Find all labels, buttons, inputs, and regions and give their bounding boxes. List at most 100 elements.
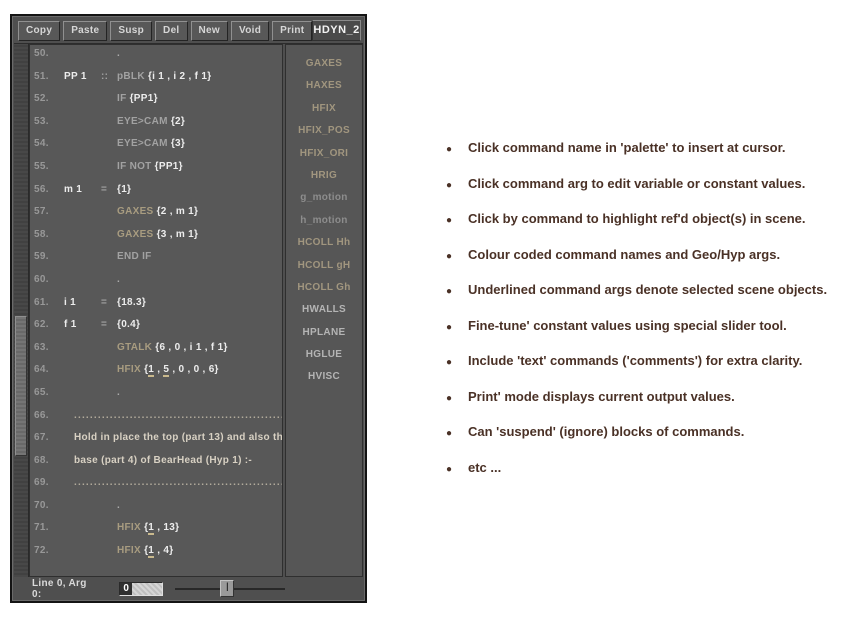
palette-item-hcoll-gh[interactable]: HCOLL gH bbox=[286, 260, 362, 282]
line-number[interactable]: 62. bbox=[34, 319, 64, 330]
palette-item-hfix-pos[interactable]: HFIX_POS bbox=[286, 125, 362, 147]
command-name[interactable]: HFIX bbox=[117, 522, 144, 533]
line-body: HFIX {1 , 4} bbox=[117, 545, 173, 558]
line-number[interactable]: 66. bbox=[34, 410, 64, 421]
command-args[interactable]: {2} bbox=[171, 116, 185, 127]
vertical-scrollbar[interactable] bbox=[14, 44, 29, 577]
palette-item-hrig[interactable]: HRIG bbox=[286, 170, 362, 192]
line-number[interactable]: 57. bbox=[34, 206, 64, 217]
status-bar: Line 0, Arg 0: 0 | bbox=[14, 578, 285, 599]
comment-text[interactable]: Hold in place the top (part 13) and also… bbox=[74, 432, 283, 443]
line-number[interactable]: 60. bbox=[34, 274, 64, 285]
note-text: Colour coded command names and Geo/Hyp a… bbox=[468, 247, 780, 262]
arg-value-input[interactable]: 0 bbox=[119, 582, 163, 596]
command-name[interactable]: pBLK bbox=[117, 71, 148, 82]
var-name[interactable]: m 1 bbox=[64, 184, 101, 195]
command-name[interactable]: IF NOT bbox=[117, 161, 155, 172]
var-name[interactable]: i 1 bbox=[64, 297, 101, 308]
line-number[interactable]: 67. bbox=[34, 432, 64, 443]
code-line-69: 69......................................… bbox=[34, 477, 282, 500]
command-args[interactable]: {1} bbox=[117, 184, 131, 195]
command-args[interactable]: {PP1} bbox=[155, 161, 183, 172]
command-args[interactable]: , 13} bbox=[154, 522, 179, 533]
palette-item-hplane[interactable]: HPLANE bbox=[286, 327, 362, 349]
comment-text[interactable]: base (part 4) of BearHead (Hyp 1) :- bbox=[74, 455, 252, 466]
palette-item-hfix[interactable]: HFIX bbox=[286, 103, 362, 125]
command-args[interactable]: {0.4} bbox=[117, 319, 140, 330]
line-number[interactable]: 54. bbox=[34, 138, 64, 149]
scrollbar-thumb[interactable] bbox=[15, 316, 27, 456]
command-args[interactable]: {3} bbox=[171, 138, 185, 149]
code-line-52: 52. IF {PP1} bbox=[34, 93, 282, 116]
line-number[interactable]: 63. bbox=[34, 342, 64, 353]
line-number[interactable]: 51. bbox=[34, 71, 64, 82]
line-number[interactable]: 72. bbox=[34, 545, 64, 556]
command-args[interactable]: {PP1} bbox=[130, 93, 158, 104]
line-body: Hold in place the top (part 13) and also… bbox=[74, 432, 283, 443]
line-number[interactable]: 58. bbox=[34, 229, 64, 240]
command-args[interactable]: , 4} bbox=[154, 545, 173, 556]
command-args[interactable]: {i 1 , i 2 , f 1} bbox=[148, 71, 211, 82]
palette-item-hwalls[interactable]: HWALLS bbox=[286, 304, 362, 326]
value-slider[interactable]: | bbox=[175, 580, 285, 597]
command-args[interactable]: {2 , m 1} bbox=[157, 206, 199, 217]
slider-thumb[interactable]: | bbox=[220, 580, 234, 597]
line-number[interactable]: 71. bbox=[34, 522, 64, 533]
command-name[interactable]: IF bbox=[117, 93, 130, 104]
command-name[interactable]: GAXES bbox=[117, 206, 157, 217]
palette-item-hcoll-hh[interactable]: HCOLL Hh bbox=[286, 237, 362, 259]
bullet-icon: ● bbox=[446, 286, 468, 297]
line-number[interactable]: 56. bbox=[34, 184, 64, 195]
var-name[interactable]: f 1 bbox=[64, 319, 101, 330]
line-number[interactable]: 65. bbox=[34, 387, 64, 398]
palette-item-gaxes[interactable]: GAXES bbox=[286, 58, 362, 80]
empty-line-dot: . bbox=[117, 274, 120, 285]
line-number[interactable]: 50. bbox=[34, 48, 64, 59]
line-number[interactable]: 64. bbox=[34, 364, 64, 375]
toolbar-button-paste[interactable]: Paste bbox=[63, 21, 107, 41]
var-name[interactable]: PP 1 bbox=[64, 71, 101, 82]
command-args[interactable]: , 0 , 0 , 6} bbox=[169, 364, 218, 375]
command-name[interactable]: HFIX bbox=[117, 364, 144, 375]
command-name[interactable]: GTALK bbox=[117, 342, 155, 353]
line-number[interactable]: 68. bbox=[34, 455, 64, 466]
note-item: ●Print' mode displays current output val… bbox=[446, 389, 856, 404]
line-number[interactable]: 55. bbox=[34, 161, 64, 172]
command-name[interactable]: EYE>CAM bbox=[117, 138, 171, 149]
command-name[interactable]: GAXES bbox=[117, 229, 157, 240]
toolbar-button-print[interactable]: Print bbox=[272, 21, 312, 41]
toolbar-button-del[interactable]: Del bbox=[155, 21, 187, 41]
command-args[interactable]: {18.3} bbox=[117, 297, 146, 308]
screenshot-root: CopyPasteSuspDelNewVoidPrint HDYN_2 50..… bbox=[0, 0, 861, 617]
palette-item-haxes[interactable]: HAXES bbox=[286, 80, 362, 102]
command-name[interactable]: END IF bbox=[117, 251, 152, 262]
line-number[interactable]: 52. bbox=[34, 93, 64, 104]
toolbar-button-susp[interactable]: Susp bbox=[110, 21, 152, 41]
line-number[interactable]: 61. bbox=[34, 297, 64, 308]
line-number[interactable]: 53. bbox=[34, 116, 64, 127]
palette-item-hcoll-gh[interactable]: HCOLL Gh bbox=[286, 282, 362, 304]
line-body: HFIX {1 , 13} bbox=[117, 522, 179, 535]
palette-item-g-motion[interactable]: g_motion bbox=[286, 192, 362, 214]
palette-item-h-motion[interactable]: h_motion bbox=[286, 215, 362, 237]
command-palette: GAXESHAXESHFIXHFIX_POSHFIX_ORIHRIGg_moti… bbox=[285, 44, 363, 577]
command-args[interactable]: {3 , m 1} bbox=[157, 229, 199, 240]
line-body: . bbox=[117, 387, 120, 398]
command-name[interactable]: EYE>CAM bbox=[117, 116, 171, 127]
note-item: ●Underlined command args denote selected… bbox=[446, 282, 856, 297]
line-number[interactable]: 59. bbox=[34, 251, 64, 262]
command-args[interactable]: {6 , 0 , i 1 , f 1} bbox=[155, 342, 227, 353]
command-args[interactable]: , bbox=[154, 364, 163, 375]
window-title: HDYN_2 bbox=[312, 20, 360, 41]
input-cursor-value: 0 bbox=[120, 583, 132, 595]
palette-item-hvisc[interactable]: HVISC bbox=[286, 371, 362, 393]
toolbar-button-new[interactable]: New bbox=[191, 21, 228, 41]
toolbar-button-copy[interactable]: Copy bbox=[18, 21, 60, 41]
palette-item-hfix-ori[interactable]: HFIX_ORI bbox=[286, 148, 362, 170]
line-body: . bbox=[117, 500, 120, 511]
line-number[interactable]: 69. bbox=[34, 477, 64, 488]
line-number[interactable]: 70. bbox=[34, 500, 64, 511]
command-name[interactable]: HFIX bbox=[117, 545, 144, 556]
palette-item-hglue[interactable]: HGLUE bbox=[286, 349, 362, 371]
toolbar-button-void[interactable]: Void bbox=[231, 21, 269, 41]
